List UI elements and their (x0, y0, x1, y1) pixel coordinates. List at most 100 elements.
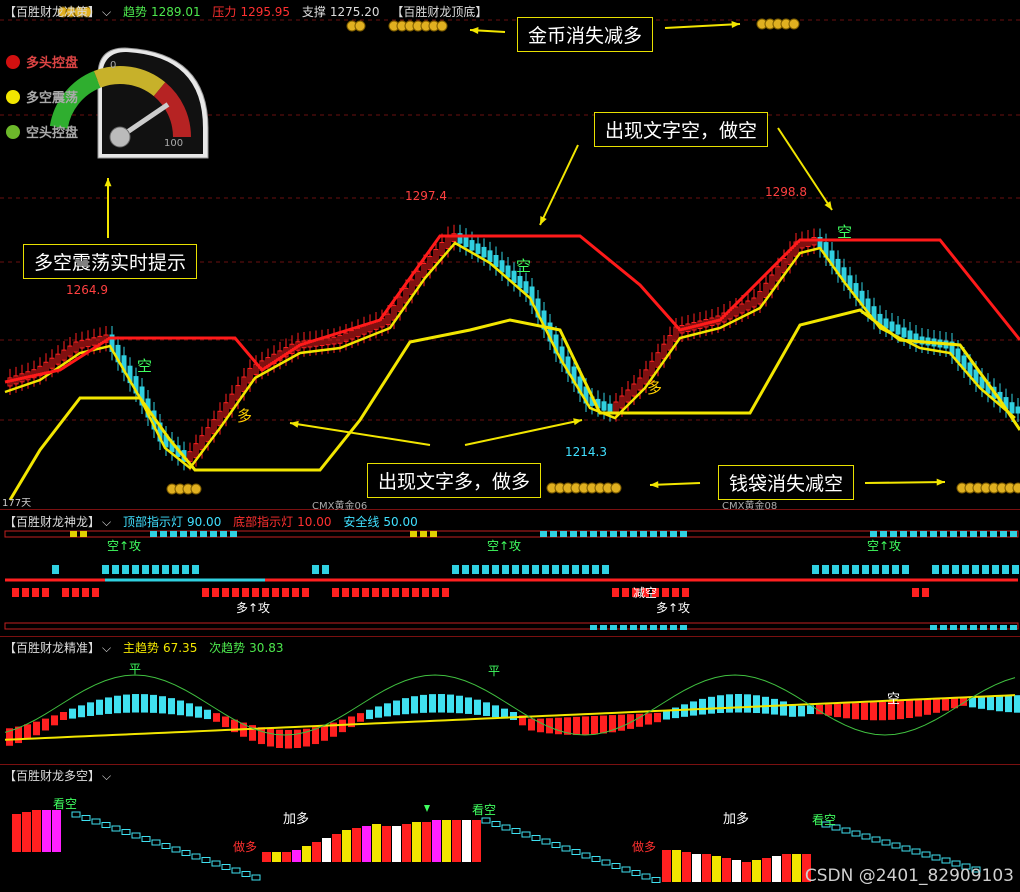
chevron-down-icon[interactable]: ⌵ (102, 515, 111, 529)
add-long-label: 加多 (283, 812, 310, 827)
red-bar (432, 588, 439, 597)
top-cyan (560, 531, 567, 537)
top-cyan (650, 531, 657, 537)
trend-block (177, 700, 184, 716)
sub-trend-value: 30.83 (249, 641, 284, 655)
bottom-cyan (990, 625, 997, 630)
histogram-bar (372, 824, 381, 862)
panel1-header: 【百胜财龙决策】 ⌵ 趋势 1289.01 压力 1295.95 支撑 1275.20 … (4, 3, 495, 20)
trend-block (717, 695, 724, 714)
cyan-bar (182, 565, 189, 574)
histogram-bar (462, 820, 471, 862)
red-bar (232, 588, 239, 597)
histogram-outline (511, 828, 521, 834)
long-attack-label: 多↑攻 (236, 601, 271, 615)
trend-block (591, 715, 598, 735)
panel1-title[interactable]: 【百胜财龙决策】 (4, 5, 100, 19)
chevron-down-icon[interactable]: ⌵ (102, 641, 111, 655)
chevron-down-icon[interactable]: ⌵ (102, 5, 111, 19)
cyan-bar (452, 565, 459, 574)
histogram-outline (561, 845, 571, 852)
red-bar (912, 588, 919, 597)
safety-label: 安全线 (343, 515, 380, 529)
red-bar (222, 588, 229, 597)
histogram-bar (342, 830, 351, 862)
histogram-bar (782, 854, 791, 882)
top-cyan (910, 531, 917, 537)
histogram-bar (312, 842, 321, 862)
chevron-down-icon[interactable]: ⌵ (102, 769, 111, 783)
candle-body (517, 276, 523, 289)
trend-block (60, 712, 67, 720)
top-cyan (620, 531, 627, 537)
histogram-outline (101, 822, 111, 828)
cyan-bar (462, 565, 469, 574)
price-label: 1298.8 (765, 185, 807, 199)
bottom-cyan (610, 625, 617, 630)
trend-block (411, 696, 418, 714)
trend-block (204, 709, 211, 720)
histogram-outline (81, 815, 91, 821)
day-label: 177天 (2, 498, 32, 509)
top-cyan (570, 531, 577, 537)
top-indicator-value: 90.00 (186, 515, 222, 529)
cyan-bar (512, 565, 519, 574)
top-cyan (940, 531, 947, 537)
arrow-head (731, 20, 740, 28)
histogram-outline (71, 811, 81, 818)
signal-short: 空 (137, 357, 153, 375)
candle-body (607, 403, 613, 414)
red-bar (422, 588, 429, 597)
histogram-outline (111, 825, 121, 832)
short-label: 空 (887, 692, 901, 707)
cyan-bar (482, 565, 489, 574)
trend-block (402, 698, 409, 715)
trend-block (465, 697, 472, 714)
cyan-bar (172, 565, 179, 574)
red-bar (662, 588, 669, 597)
red-bar (922, 588, 929, 597)
trend-block (258, 727, 265, 745)
green-dot-icon (6, 124, 20, 139)
histogram-outline (581, 852, 591, 859)
panel4-title[interactable]: 【百胜财龙多空】 (4, 769, 100, 783)
red-bar (382, 588, 389, 597)
arrow-head (470, 26, 479, 34)
histogram-bar (392, 826, 401, 862)
trend-block (429, 694, 436, 713)
histogram-bar (352, 828, 361, 862)
pressure-label: 压力 (212, 5, 237, 19)
panel-divider (0, 509, 1020, 510)
panel3-header: 【百胜财龙精准】 ⌵ 主趋势 67.35 次趋势 30.83 (4, 639, 292, 656)
panel2-title[interactable]: 【百胜财龙神龙】 (4, 515, 100, 529)
trend-block (276, 729, 283, 748)
histogram-bar (22, 812, 31, 852)
trend-block (654, 712, 661, 723)
trend-block (420, 694, 427, 713)
cyan-bar (1012, 565, 1019, 574)
trend-block (474, 699, 481, 715)
arrow-head (824, 201, 832, 210)
legend-short-control: 空头控盘 (6, 122, 78, 141)
top-cyan (590, 531, 597, 537)
panel-divider (0, 636, 1020, 637)
histogram-outline (531, 835, 541, 841)
trend-block (744, 694, 751, 713)
trend-block (24, 724, 31, 740)
cyan-bar (502, 565, 509, 574)
candle-body (463, 236, 469, 248)
red-bar (262, 588, 269, 597)
arrow-head (290, 420, 299, 428)
histogram-outline (501, 824, 511, 831)
red-bar (612, 588, 619, 597)
top-cyan (950, 531, 957, 537)
red-bar (392, 588, 399, 597)
candle-body (907, 330, 913, 341)
top-cyan (190, 531, 197, 537)
histogram-bar (692, 854, 701, 882)
panel3-title[interactable]: 【百胜财龙精准】 (4, 641, 100, 655)
annotation-arrow (864, 481, 946, 484)
trend-block (726, 694, 733, 713)
histogram-bar (452, 820, 461, 862)
histogram-bar (292, 850, 301, 862)
